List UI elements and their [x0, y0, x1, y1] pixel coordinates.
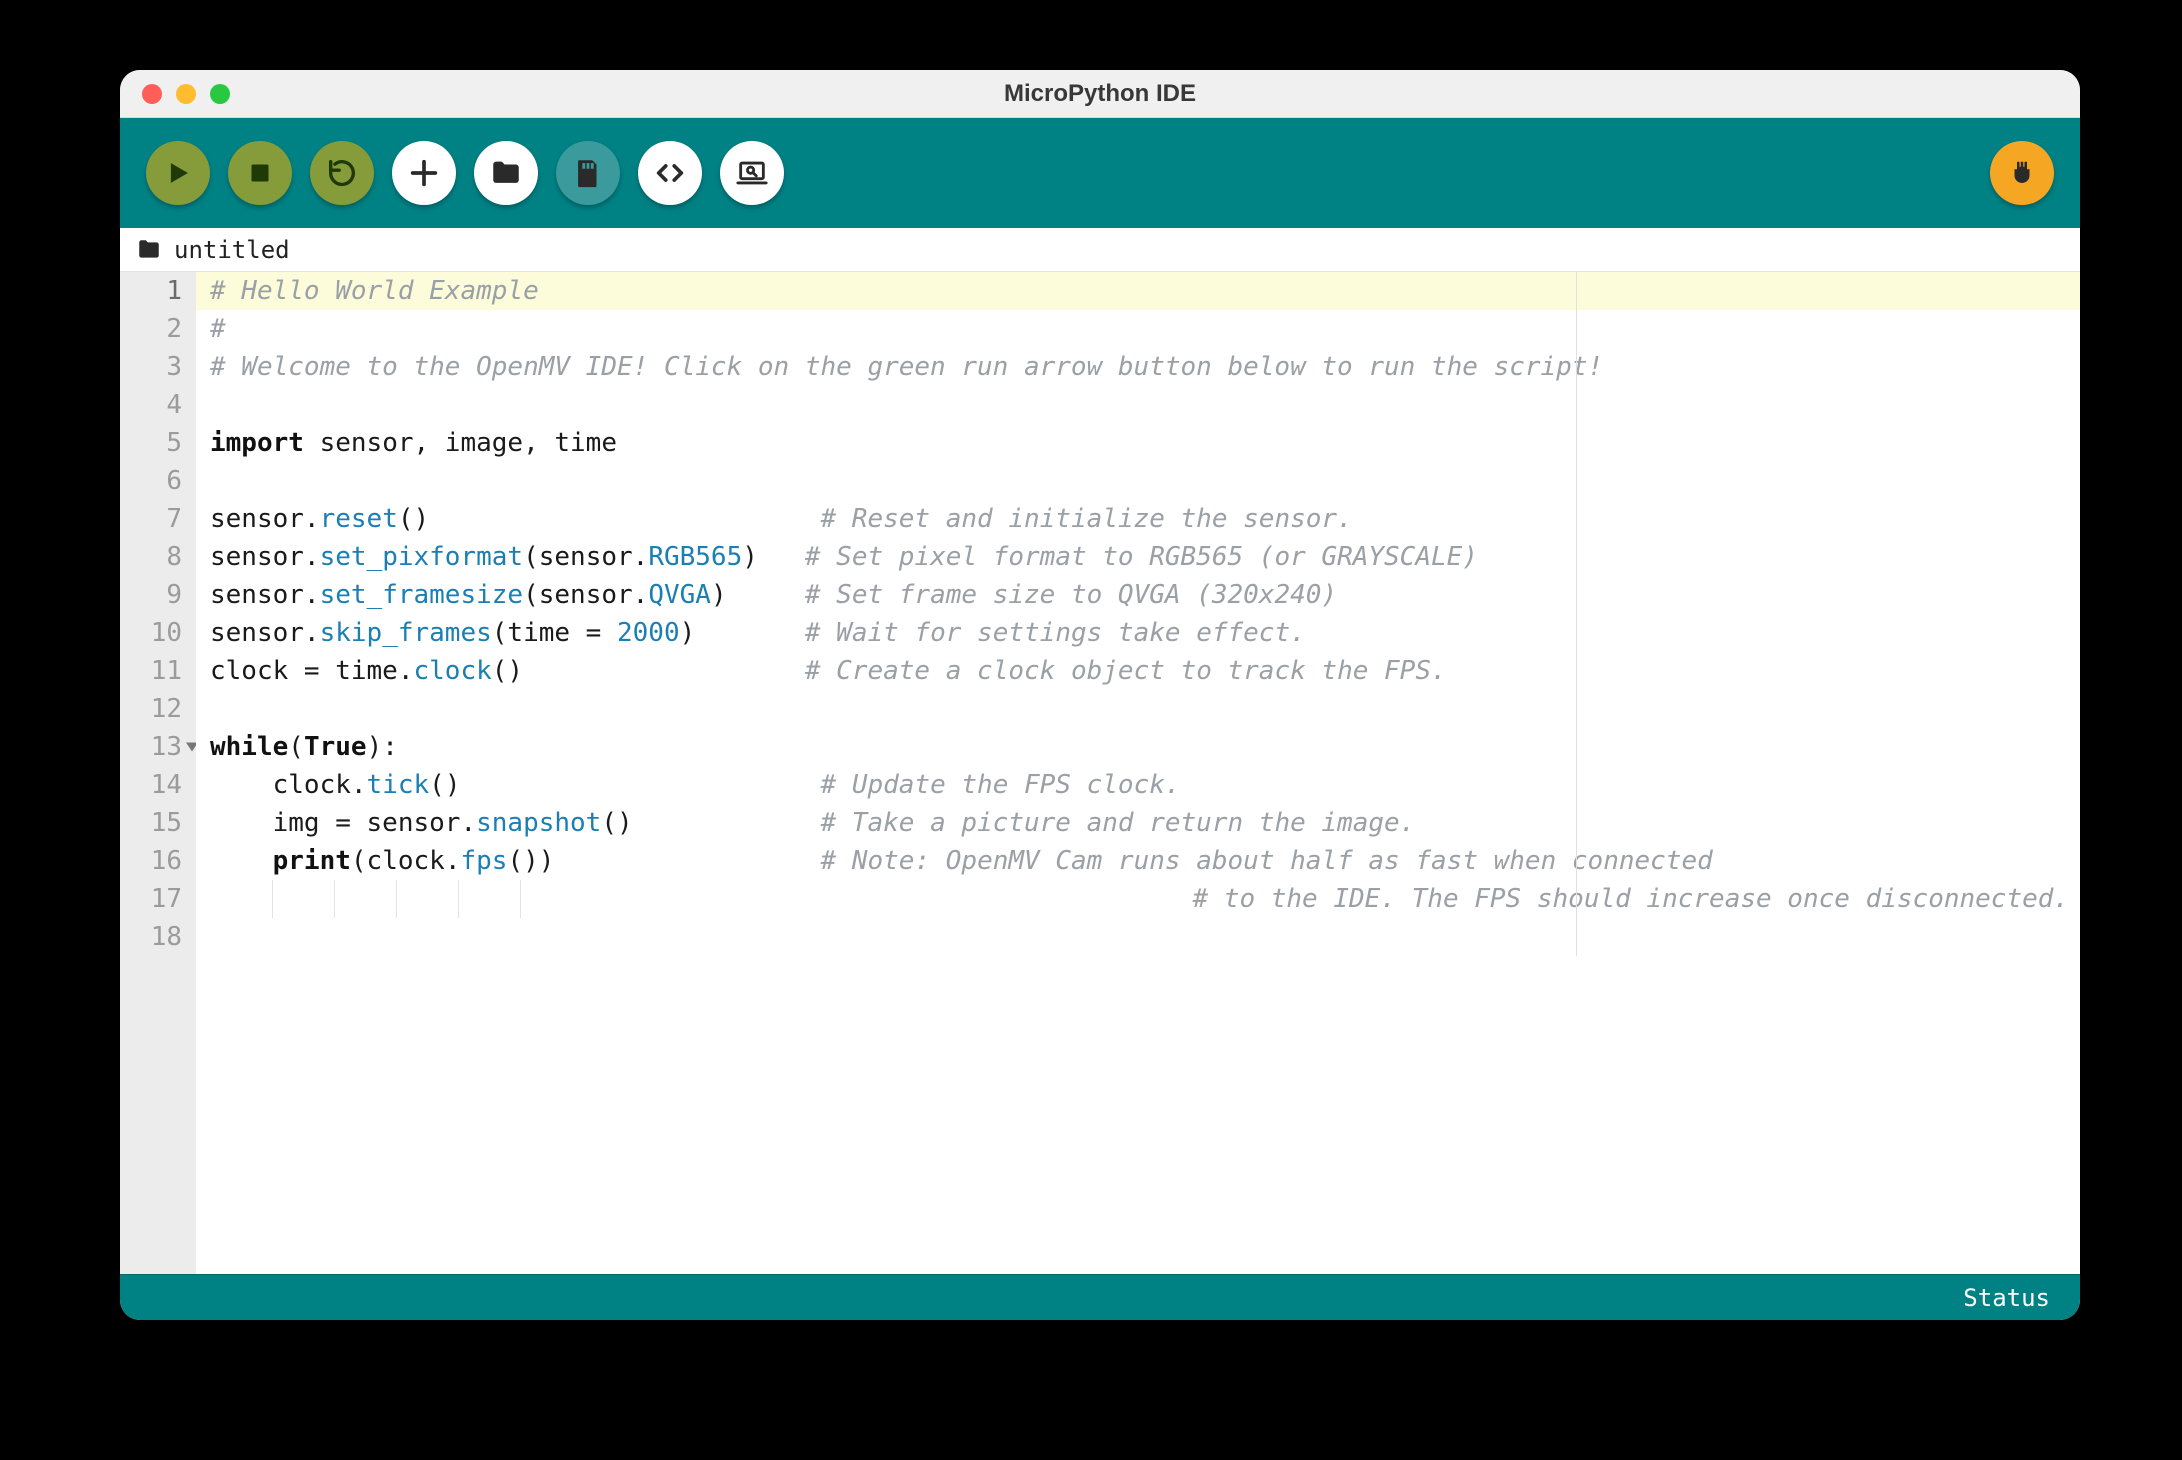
code-line[interactable]: print(clock.fps()) # Note: OpenMV Cam ru…	[196, 842, 2080, 880]
line-number: 2	[120, 310, 196, 348]
code-area[interactable]: # Hello World Example## Welcome to the O…	[196, 272, 2080, 1274]
line-number: 16	[120, 842, 196, 880]
line-gutter: 123456789101112131415161718	[120, 272, 196, 1274]
code-line[interactable]: # Hello World Example	[196, 272, 2080, 310]
app-window: MicroPython IDE	[120, 70, 2080, 1320]
file-tabstrip: untitled	[120, 228, 2080, 272]
code-line[interactable]	[196, 386, 2080, 424]
toolbar	[120, 118, 2080, 228]
code-line[interactable]	[196, 690, 2080, 728]
code-line[interactable]: import sensor, image, time	[196, 424, 2080, 462]
plus-icon	[407, 156, 441, 190]
laptop-search-icon	[735, 156, 769, 190]
save-sd-button[interactable]	[556, 141, 620, 205]
line-number: 5	[120, 424, 196, 462]
line-number: 3	[120, 348, 196, 386]
usb-plug-icon	[2007, 158, 2037, 188]
status-bar: Status	[120, 1274, 2080, 1320]
code-line[interactable]: # Welcome to the OpenMV IDE! Click on th…	[196, 348, 2080, 386]
line-number: 6	[120, 462, 196, 500]
sd-card-icon	[571, 156, 605, 190]
code-editor-button[interactable]	[638, 141, 702, 205]
code-line[interactable]: sensor.reset() # Reset and initialize th…	[196, 500, 2080, 538]
fold-caret-icon[interactable]	[186, 743, 196, 752]
code-line[interactable]: # to the IDE. The FPS should increase on…	[196, 880, 2080, 918]
code-line[interactable]: clock.tick() # Update the FPS clock.	[196, 766, 2080, 804]
folder-icon	[489, 156, 523, 190]
code-line[interactable]: img = sensor.snapshot() # Take a picture…	[196, 804, 2080, 842]
code-line[interactable]: while(True):	[196, 728, 2080, 766]
line-number: 17	[120, 880, 196, 918]
run-button[interactable]	[146, 141, 210, 205]
status-label: Status	[1963, 1284, 2050, 1312]
code-line[interactable]	[196, 918, 2080, 956]
line-number: 18	[120, 918, 196, 956]
minimize-window-button[interactable]	[176, 84, 196, 104]
zoom-window-button[interactable]	[210, 84, 230, 104]
code-line[interactable]	[196, 462, 2080, 500]
inspector-button[interactable]	[720, 141, 784, 205]
play-icon	[161, 156, 195, 190]
line-number: 9	[120, 576, 196, 614]
line-number: 7	[120, 500, 196, 538]
line-number: 14	[120, 766, 196, 804]
code-icon	[653, 156, 687, 190]
stop-button[interactable]	[228, 141, 292, 205]
close-window-button[interactable]	[142, 84, 162, 104]
code-line[interactable]: clock = time.clock() # Create a clock ob…	[196, 652, 2080, 690]
code-line[interactable]: sensor.set_pixformat(sensor.RGB565) # Se…	[196, 538, 2080, 576]
indent-guides	[210, 880, 582, 918]
refresh-icon	[325, 156, 359, 190]
window-title: MicroPython IDE	[120, 80, 2080, 108]
line-number: 8	[120, 538, 196, 576]
code-line[interactable]: sensor.set_framesize(sensor.QVGA) # Set …	[196, 576, 2080, 614]
stop-icon	[243, 156, 277, 190]
window-controls	[142, 84, 230, 104]
open-folder-button[interactable]	[474, 141, 538, 205]
line-number: 13	[120, 728, 196, 766]
connect-device-button[interactable]	[1990, 141, 2054, 205]
new-file-button[interactable]	[392, 141, 456, 205]
code-editor[interactable]: 123456789101112131415161718 # Hello Worl…	[120, 272, 2080, 1274]
line-number: 10	[120, 614, 196, 652]
line-number: 12	[120, 690, 196, 728]
code-line[interactable]: sensor.skip_frames(time = 2000) # Wait f…	[196, 614, 2080, 652]
code-line[interactable]: #	[196, 310, 2080, 348]
line-number: 15	[120, 804, 196, 842]
line-number: 1	[120, 272, 196, 310]
file-tab-name[interactable]: untitled	[174, 236, 290, 264]
file-icon	[136, 237, 162, 263]
reset-button[interactable]	[310, 141, 374, 205]
titlebar: MicroPython IDE	[120, 70, 2080, 118]
line-number: 11	[120, 652, 196, 690]
line-number: 4	[120, 386, 196, 424]
